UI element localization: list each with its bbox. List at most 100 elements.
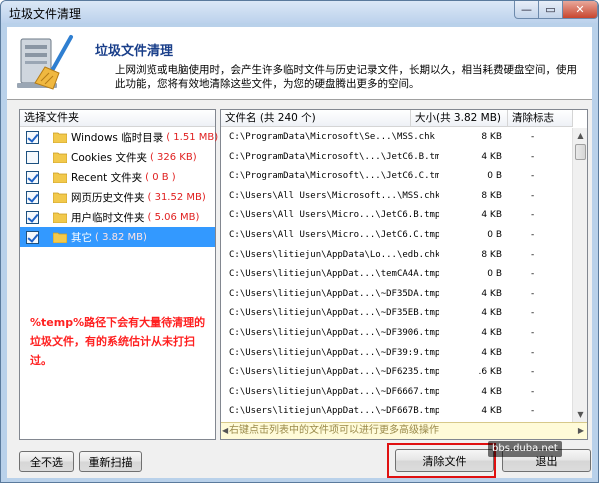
category-label: 用户临时文件夹 (71, 211, 145, 224)
category-item[interactable]: 用户临时文件夹( 5.06 MB) (20, 207, 215, 227)
scroll-right-icon[interactable]: ▶ (578, 423, 584, 439)
file-size: 4 KB (481, 347, 502, 358)
scroll-thumb[interactable] (575, 144, 586, 160)
file-size: 0 B (487, 171, 502, 182)
file-flag: - (531, 367, 535, 378)
category-panel: 选择文件夹 Windows 临时目录( 1.51 MB) Cookies 文件夹(… (19, 109, 219, 440)
hint-text: 右键点击列表中的文件项可以进行更多高级操作 (229, 425, 439, 436)
rescan-button[interactable]: 重新扫描 (79, 451, 142, 472)
file-path: C:\Users\litiejun\AppData\Lo...\edb.chk (229, 249, 439, 260)
scroll-down-icon[interactable]: ▼ (573, 407, 587, 422)
minimize-button[interactable]: — (514, 1, 539, 19)
clean-files-button[interactable]: 清除文件 (395, 449, 494, 472)
category-size: ( 326 KB) (149, 151, 197, 163)
file-row[interactable]: C:\Users\litiejun\AppDat...\temCA4A.tmp 0… (221, 265, 573, 285)
file-flag: - (531, 132, 535, 142)
file-row[interactable]: C:\Users\All Users\Micro...\JetC6.B.tmp 4… (221, 206, 573, 226)
category-checkbox[interactable] (26, 190, 39, 204)
category-label: 其它 (71, 231, 92, 244)
file-row[interactable]: C:\Users\litiejun\AppDat...\~DF667B.tmp 4… (221, 402, 573, 422)
file-path: C:\Users\litiejun\AppDat...\temCA4A.tmp (229, 269, 439, 280)
folder-icon (53, 232, 67, 243)
file-row[interactable]: C:\Users\All Users\Micro...\JetC6.C.tmp 0… (221, 226, 573, 246)
folder-icon (53, 132, 67, 143)
category-item[interactable]: 网页历史文件夹( 31.52 MB) (20, 187, 215, 207)
file-size: 4 KB (481, 386, 502, 397)
maximize-button[interactable]: ▭ (538, 1, 563, 19)
file-path: C:\ProgramData\Microsoft\Se...\MSS.chk (229, 132, 435, 142)
file-row[interactable]: C:\Users\litiejun\AppData\Lo...\edb.chk 8… (221, 246, 573, 266)
file-size: 4 KB (481, 210, 502, 221)
category-checkbox[interactable] (26, 130, 39, 144)
file-path: C:\Users\litiejun\AppDat...\~DF667B.tmp (229, 406, 439, 417)
column-clean-flag[interactable]: 清除标志 (508, 110, 573, 127)
file-flag: - (531, 386, 535, 397)
watermark: bbs.duba.net (488, 441, 562, 457)
file-path: C:\Users\All Users\Micro...\JetC6.C.tmp (229, 229, 439, 240)
close-button[interactable]: ✕ (562, 1, 598, 19)
vertical-scrollbar[interactable]: ▲ ▼ (572, 128, 587, 422)
file-row[interactable]: C:\Users\litiejun\AppDat...\~DF6667.tmp 4… (221, 383, 573, 403)
annotation-note: %temp%路径下会有大量待清理的垃圾文件，有的系统估计从未打扫过。 (30, 316, 206, 367)
category-label: 网页历史文件夹 (71, 191, 145, 204)
cleanup-window: 垃圾文件清理 — ▭ ✕ 垃圾文件清理 上网浏览或电脑使用时，会产生许多临时文件… (0, 0, 599, 483)
header-divider (7, 99, 592, 100)
file-row[interactable]: C:\Users\litiejun\AppDat...\~DF35EB.tmp 4… (221, 304, 573, 324)
category-size: ( 31.52 MB) (147, 191, 206, 203)
file-size: 4 KB (481, 308, 502, 319)
file-row[interactable]: C:\ProgramData\Microsoft\Se...\MSS.chk 8 … (221, 128, 573, 148)
header-description: 上网浏览或电脑使用时，会产生许多临时文件与历史记录文件，长期以久，相当耗费硬盘空… (115, 64, 577, 90)
category-checkbox[interactable] (26, 230, 39, 244)
category-item[interactable]: Cookies 文件夹( 326 KB) (20, 147, 215, 167)
file-row[interactable]: C:\Users\litiejun\AppDat...\~DF6235.tmp.… (221, 363, 573, 383)
computer-broom-icon (17, 35, 73, 90)
file-size: 4 KB (481, 406, 502, 417)
file-rows: C:\ProgramData\Microsoft\Se...\MSS.chk 8 … (221, 128, 573, 422)
file-row[interactable]: C:\Users\litiejun\AppDat...\~DF35DA.tmp 4… (221, 285, 573, 305)
file-size: 4 KB (481, 151, 502, 162)
file-flag: - (531, 406, 535, 417)
category-item[interactable]: 其它( 3.82 MB) (20, 227, 215, 247)
file-flag: - (531, 190, 535, 201)
scroll-left-icon[interactable]: ◀ (222, 423, 228, 439)
deselect-all-button[interactable]: 全不选 (19, 451, 74, 472)
category-item[interactable]: Recent 文件夹( 0 B ) (20, 167, 215, 187)
file-size: .6 KB (478, 367, 502, 378)
file-row[interactable]: C:\Users\All Users\Microsoft...\MSS.chk 8… (221, 187, 573, 207)
file-path: C:\Users\litiejun\AppDat...\~DF35EB.tmp (229, 308, 439, 319)
hint-bar: ◀ 右键点击列表中的文件项可以进行更多高级操作 ▶ (221, 422, 587, 439)
file-size: 8 KB (481, 249, 502, 260)
file-path: C:\Users\litiejun\AppDat...\~DF35DA.tmp (229, 288, 439, 299)
column-size[interactable]: 大小(共 3.82 MB) (411, 110, 508, 127)
category-checkbox[interactable] (26, 170, 39, 184)
file-path: C:\ProgramData\Microsoft\...\JetC6.C.tmp (229, 171, 439, 182)
category-size: ( 5.06 MB) (147, 211, 200, 223)
category-size: ( 3.82 MB) (95, 231, 147, 243)
header-title: 垃圾文件清理 (95, 44, 174, 59)
file-flag: - (531, 151, 535, 162)
category-checkbox[interactable] (26, 150, 39, 164)
header-banner: 垃圾文件清理 上网浏览或电脑使用时，会产生许多临时文件与历史记录文件，长期以久，… (7, 27, 592, 99)
category-item[interactable]: Windows 临时目录( 1.51 MB) (20, 127, 219, 147)
file-size: 4 KB (481, 327, 502, 338)
file-row[interactable]: C:\Users\litiejun\AppDat...\~DF3906.tmp 4… (221, 324, 573, 344)
title-bar[interactable]: 垃圾文件清理 — ▭ ✕ (1, 1, 598, 23)
file-size: 0 B (487, 229, 502, 240)
file-row[interactable]: C:\Users\litiejun\AppDat...\~DF39:9.tmp 4… (221, 344, 573, 364)
file-size: 0 B (487, 269, 502, 280)
file-path: C:\Users\litiejun\AppDat...\~DF39:9.tmp (229, 347, 439, 358)
file-flag: - (531, 288, 535, 299)
file-size: 4 KB (481, 288, 502, 299)
file-row[interactable]: C:\ProgramData\Microsoft\...\JetC6.C.tmp… (221, 167, 573, 187)
file-flag: - (531, 327, 535, 338)
scroll-up-icon[interactable]: ▲ (573, 128, 587, 143)
category-size: ( 1.51 MB) (166, 131, 219, 143)
file-flag: - (531, 249, 535, 260)
file-row[interactable]: C:\ProgramData\Microsoft\...\JetC6.B.tmp… (221, 148, 573, 168)
column-filename[interactable]: 文件名 (共 240 个) (221, 110, 411, 127)
window-title: 垃圾文件清理 (9, 7, 82, 21)
dialog-body: 垃圾文件清理 上网浏览或电脑使用时，会产生许多临时文件与历史记录文件，长期以久，… (7, 27, 592, 478)
folder-icon (53, 172, 67, 183)
category-checkbox[interactable] (26, 210, 39, 224)
file-flag: - (531, 210, 535, 221)
